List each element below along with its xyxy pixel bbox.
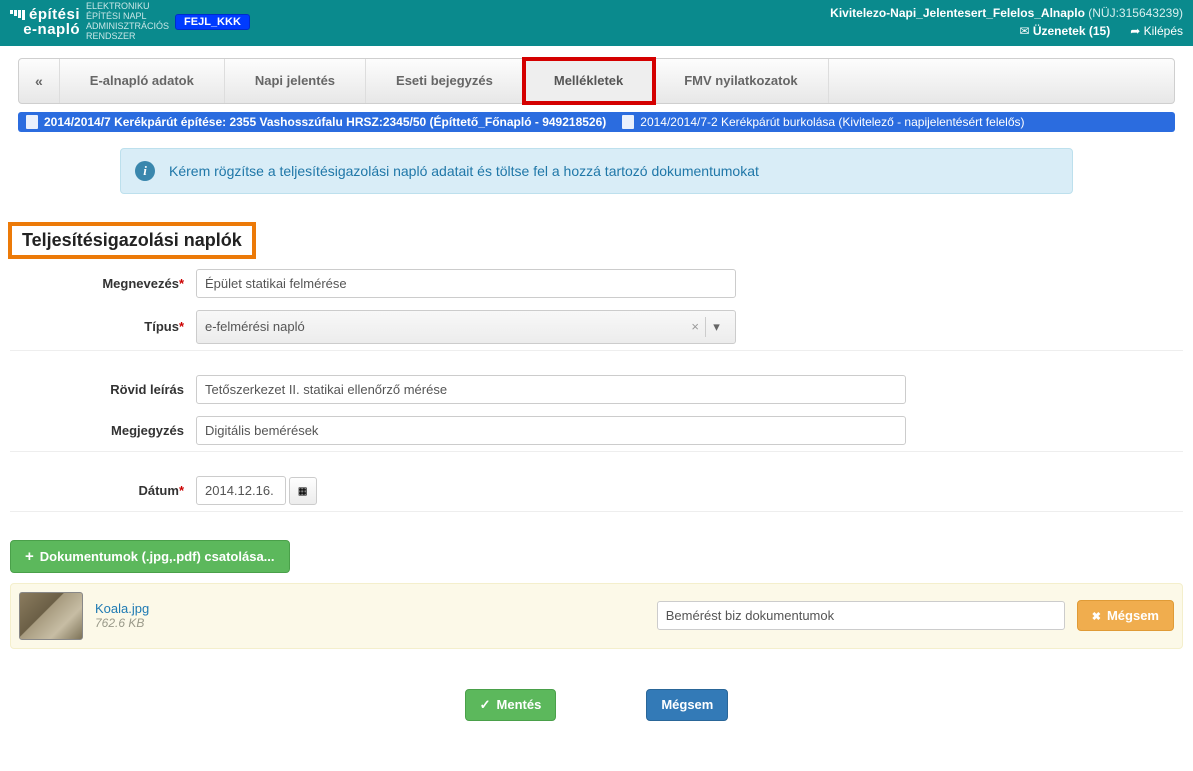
tab-back[interactable]: « bbox=[19, 59, 60, 103]
close-icon bbox=[1092, 608, 1101, 623]
attach-documents-button[interactable]: Dokumentumok (.jpg,.pdf) csatolása... bbox=[10, 540, 290, 573]
messages-link[interactable]: ✉ Üzenetek (15) bbox=[1019, 24, 1113, 38]
tab-bar: « E-alnapló adatok Napi jelentés Eseti b… bbox=[18, 58, 1175, 104]
chevron-down-icon[interactable]: ▾ bbox=[705, 317, 727, 337]
logo-line2: e-napló bbox=[10, 22, 80, 37]
logout-link[interactable]: ➦ Kilépés bbox=[1130, 24, 1183, 38]
attachment-cancel-button[interactable]: Mégsem bbox=[1077, 600, 1174, 631]
label-megjegyzes: Megjegyzés bbox=[111, 423, 184, 438]
exit-icon: ➦ bbox=[1130, 24, 1140, 38]
attachment-row: Koala.jpg 762.6 KB Mégsem bbox=[10, 583, 1183, 649]
tab-eseti-bejegyzes[interactable]: Eseti bejegyzés bbox=[366, 59, 524, 103]
info-text: Kérem rögzítse a teljesítésigazolási nap… bbox=[169, 163, 759, 179]
user-name: Kivitelezo-Napi_Jelentesert_Felelos_Alna… bbox=[830, 6, 1085, 20]
label-datum: Dátum bbox=[138, 483, 178, 498]
input-megnevezes[interactable] bbox=[196, 269, 736, 298]
mail-icon: ✉ bbox=[1019, 24, 1029, 38]
label-tipus: Típus bbox=[144, 319, 179, 334]
app-header: építési e-napló ELEKTRONIKU ÉPÍTÉSI NAPL… bbox=[0, 0, 1193, 46]
section-title: Teljesítésigazolási naplók bbox=[8, 222, 256, 259]
calendar-icon: ▦ bbox=[299, 484, 307, 499]
attachment-description-input[interactable] bbox=[657, 601, 1065, 630]
label-megnevezes: Megnevezés bbox=[102, 276, 179, 291]
logo-line1: építési bbox=[29, 7, 80, 22]
user-id: (NÜJ:315643239) bbox=[1088, 6, 1183, 20]
cancel-button[interactable]: Mégsem bbox=[646, 689, 728, 721]
attachment-filesize: 762.6 KB bbox=[95, 616, 149, 630]
logo: építési e-napló ELEKTRONIKU ÉPÍTÉSI NAPL… bbox=[10, 2, 250, 42]
plus-icon bbox=[25, 548, 34, 565]
tab-fmv-nyilatkozatok[interactable]: FMV nyilatkozatok bbox=[654, 59, 828, 103]
logo-subtitle: ELEKTRONIKU ÉPÍTÉSI NAPL ADMINISZTRÁCIÓS… bbox=[86, 2, 169, 42]
attachment-thumbnail bbox=[19, 592, 83, 640]
env-badge: FEJL_KKK bbox=[175, 14, 250, 30]
doc-icon bbox=[622, 115, 634, 129]
attachment-filename[interactable]: Koala.jpg bbox=[95, 601, 149, 616]
breadcrumb: 2014/2014/7 Kerékpárút építése: 2355 Vas… bbox=[18, 112, 1175, 132]
crumb-primary[interactable]: 2014/2014/7 Kerékpárút építése: 2355 Vas… bbox=[44, 115, 606, 129]
check-icon bbox=[480, 697, 491, 713]
tab-napi-jelentes[interactable]: Napi jelentés bbox=[225, 59, 366, 103]
input-datum[interactable] bbox=[196, 476, 286, 505]
save-button[interactable]: Mentés bbox=[465, 689, 557, 721]
input-rovid-leiras[interactable] bbox=[196, 375, 906, 404]
doc-icon bbox=[26, 115, 38, 129]
tab-ealnaplo[interactable]: E-alnapló adatok bbox=[60, 59, 225, 103]
clear-icon[interactable]: × bbox=[685, 319, 705, 334]
label-rovid-leiras: Rövid leírás bbox=[110, 382, 184, 397]
logo-icon bbox=[10, 10, 25, 20]
info-alert: i Kérem rögzítse a teljesítésigazolási n… bbox=[120, 148, 1073, 194]
tab-mellekletek[interactable]: Mellékletek bbox=[524, 59, 654, 103]
select-tipus[interactable]: e-felmérési napló × ▾ bbox=[196, 310, 736, 344]
info-icon: i bbox=[135, 161, 155, 181]
datepicker-button[interactable]: ▦ bbox=[289, 477, 317, 505]
crumb-secondary[interactable]: 2014/2014/7-2 Kerékpárút burkolása (Kivi… bbox=[640, 115, 1024, 129]
input-megjegyzes[interactable] bbox=[196, 416, 906, 445]
